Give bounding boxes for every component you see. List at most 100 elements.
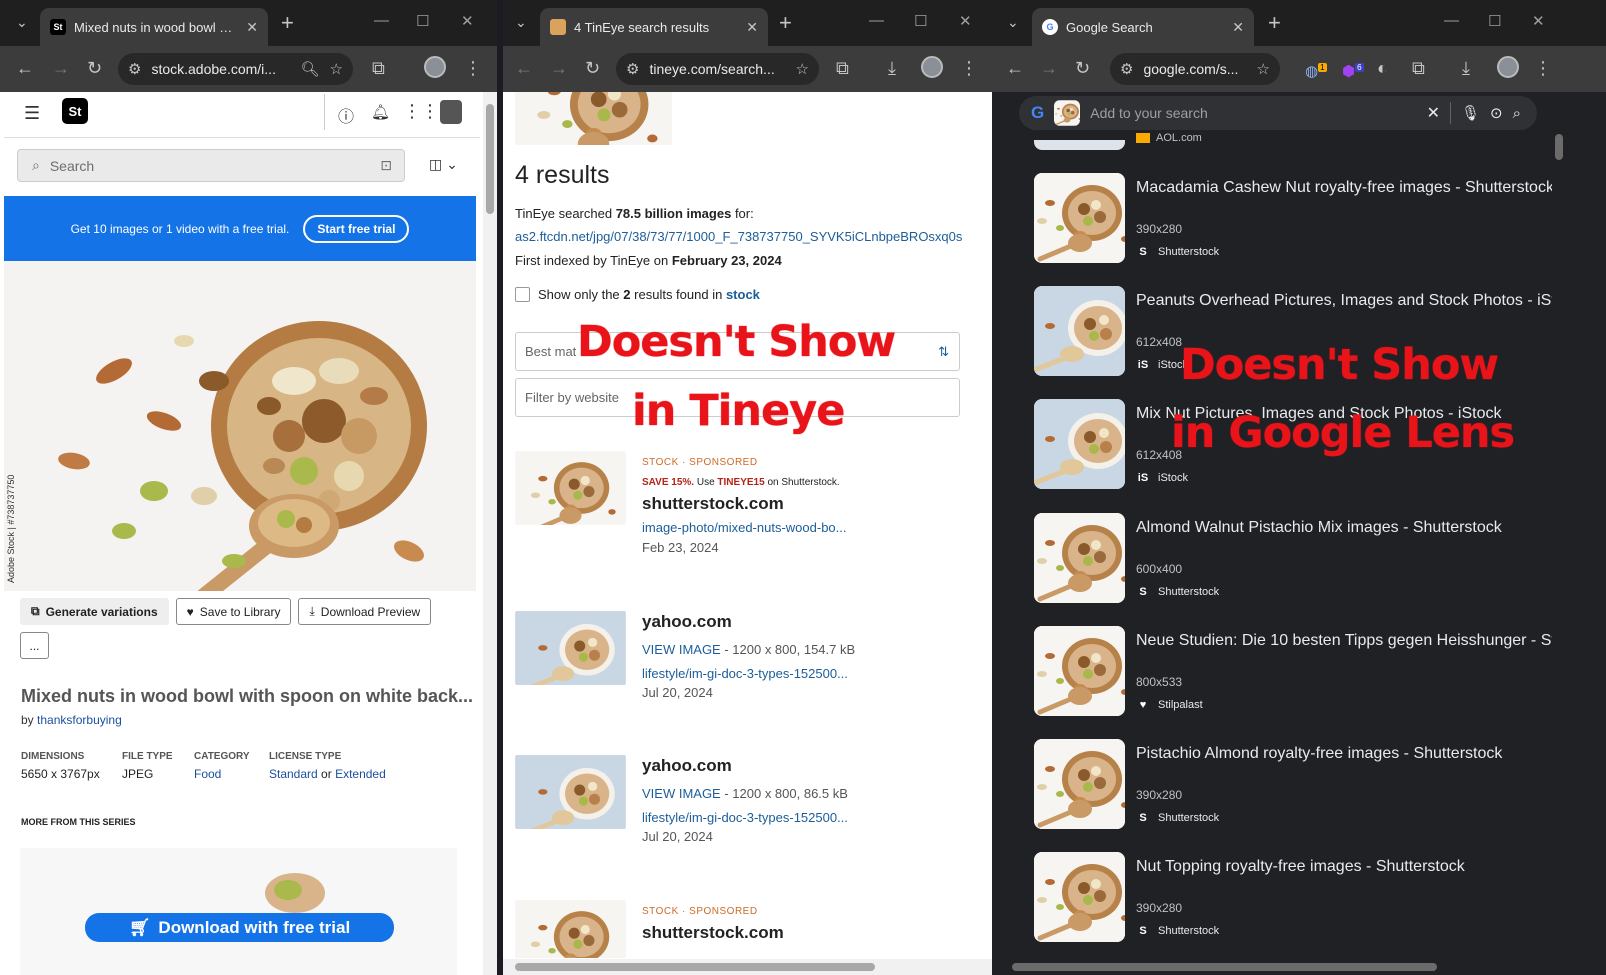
user-avatar[interactable] [440, 100, 462, 124]
result-thumbnail[interactable] [1034, 286, 1125, 376]
result-domain[interactable]: shutterstock.com [642, 923, 784, 943]
minimize-icon[interactable]: — [374, 12, 389, 29]
close-window-icon[interactable]: ✕ [959, 12, 972, 30]
google-horizontal-scrollbar[interactable] [1000, 959, 1552, 975]
tineye-horizontal-scrollbar[interactable] [503, 959, 996, 975]
result-thumbnail[interactable] [1034, 852, 1125, 942]
new-tab-icon[interactable]: + [1268, 10, 1281, 36]
site-info-icon[interactable]: ⚙ [128, 60, 141, 78]
result-source[interactable]: ♥ Stilpalast [1136, 698, 1203, 712]
address-bar[interactable]: ⚙ tineye.com/search... ☆ [616, 53, 819, 85]
maximize-icon[interactable]: ☐ [416, 12, 429, 30]
search-input[interactable]: ⌕ Search ⊡ [17, 149, 405, 182]
partial-result-thumbnail[interactable] [1034, 140, 1125, 150]
source-image-link[interactable]: as2.ftcdn.net/jpg/07/38/73/77/1000_F_738… [515, 229, 975, 244]
stock-filter-checkbox-row[interactable]: Show only the 2 results found in stock [515, 287, 760, 302]
lens-result[interactable]: Macadamia Cashew Nut royalty-free images… [1034, 173, 1554, 269]
extended-license-link[interactable]: Extended [335, 767, 386, 781]
result-source[interactable]: iS iStock [1136, 471, 1188, 485]
reload-icon[interactable]: ↻ [87, 58, 102, 78]
view-image-link[interactable]: VIEW IMAGE [642, 786, 721, 801]
category-link[interactable]: Food [194, 767, 250, 781]
result-thumbnail[interactable] [1034, 626, 1125, 716]
standard-license-link[interactable]: Standard [269, 767, 318, 781]
microphone-icon[interactable]: 🎙︎ [1461, 104, 1480, 122]
lens-result[interactable]: Almond Walnut Pistachio Mix images - Shu… [1034, 513, 1554, 609]
result-domain[interactable]: yahoo.com [642, 612, 855, 632]
clear-icon[interactable]: ✕ [1427, 103, 1440, 123]
browser-menu-icon[interactable]: ⋮ [464, 58, 482, 78]
forward-icon[interactable]: → [52, 58, 70, 78]
result-title-link[interactable]: Peanuts Overhead Pictures, Images and St… [1136, 292, 1554, 310]
close-tab-icon[interactable]: ✕ [246, 19, 258, 36]
tab-google-search[interactable]: G Google Search ✕ [1032, 8, 1254, 46]
result-thumbnail[interactable] [515, 755, 626, 829]
content-type-dropdown-icon[interactable]: ◫ ⌄ [429, 156, 458, 173]
result-title-link[interactable]: Pistachio Almond royalty-free images - S… [1136, 745, 1554, 763]
close-window-icon[interactable]: ✕ [1532, 12, 1545, 30]
author-link[interactable]: thanksforbuying [37, 713, 122, 727]
download-free-trial-button[interactable]: 🛒︎ Download with free trial [85, 913, 394, 942]
result-title-link[interactable]: Neue Studien: Die 10 besten Tipps gegen … [1136, 632, 1554, 650]
result-title-link[interactable]: Macadamia Cashew Nut royalty-free images… [1136, 179, 1554, 197]
visual-search-icon[interactable]: ⊡ [380, 157, 392, 174]
browser-menu-icon[interactable]: ⋮ [1534, 58, 1552, 78]
result-domain[interactable]: shutterstock.com [642, 494, 847, 514]
downloads-icon[interactable]: ⤓ [888, 58, 896, 78]
extension-badge-1-icon[interactable]: ◍ 1 [1305, 58, 1327, 82]
minimize-icon[interactable]: — [869, 12, 884, 29]
extensions-icon[interactable]: ⧉ [1412, 58, 1425, 78]
result-thumbnail[interactable] [1034, 739, 1125, 829]
result-thumbnail[interactable] [1034, 173, 1125, 263]
bookmark-star-icon[interactable]: ☆ [1257, 60, 1270, 78]
back-icon[interactable]: ← [515, 58, 533, 78]
result-path-link[interactable]: image-photo/mixed-nuts-wood-bo... [642, 520, 847, 535]
result-source[interactable]: S Shutterstock [1136, 924, 1219, 938]
maximize-icon[interactable]: ☐ [914, 12, 927, 30]
result-source[interactable]: S Shutterstock [1136, 245, 1219, 259]
hamburger-menu-icon[interactable]: ☰ [24, 103, 40, 124]
result-path-link[interactable]: lifestyle/im-gi-doc-3-types-152500... [642, 810, 848, 825]
result-path-link[interactable]: lifestyle/im-gi-doc-3-types-152500... [642, 666, 855, 681]
extensions-icon[interactable]: ⧉ [372, 58, 385, 78]
extension-badge-2-icon[interactable]: ⬢ 6 [1342, 58, 1364, 82]
site-info-icon[interactable]: ⚙ [1120, 60, 1133, 78]
more-options-button[interactable]: ... [20, 632, 49, 659]
new-tab-icon[interactable]: + [281, 10, 294, 36]
result-title-link[interactable]: Almond Walnut Pistachio Mix images - Shu… [1136, 519, 1554, 537]
stock-link[interactable]: stock [726, 287, 760, 302]
zoom-icon[interactable]: 🔍︎ [301, 60, 320, 78]
profile-avatar[interactable] [921, 56, 943, 78]
address-bar[interactable]: ⚙ stock.adobe.com/i... 🔍︎ ☆ [118, 53, 353, 85]
series-thumbnail[interactable] [20, 848, 457, 975]
extension-3-icon[interactable]: ◐ [1377, 58, 1388, 78]
result-thumbnail[interactable] [515, 611, 626, 685]
result-domain[interactable]: yahoo.com [642, 756, 848, 776]
downloads-icon[interactable]: ⤓ [1462, 58, 1470, 78]
profile-avatar[interactable] [424, 56, 446, 78]
result-thumbnail[interactable] [1034, 399, 1125, 489]
reload-icon[interactable]: ↻ [585, 58, 600, 78]
lens-result[interactable]: Nut Topping royalty-free images - Shutte… [1034, 852, 1554, 948]
back-icon[interactable]: ← [1006, 58, 1024, 78]
bell-icon[interactable]: 🔔︎ [371, 103, 390, 121]
search-icon[interactable]: ⌕ [1513, 105, 1521, 122]
tab-adobe-stock[interactable]: St Mixed nuts in wood bowl with s ✕ [40, 8, 268, 46]
lens-result[interactable]: Pistachio Almond royalty-free images - S… [1034, 739, 1554, 835]
browser-menu-icon[interactable]: ⋮ [960, 58, 978, 78]
view-image-link[interactable]: VIEW IMAGE [642, 642, 721, 657]
close-tab-icon[interactable]: ✕ [1232, 19, 1244, 36]
query-image-chip[interactable] [1054, 100, 1081, 126]
tab-tineye[interactable]: 4 TinEye search results ✕ [540, 8, 768, 46]
lens-search-bar[interactable]: G Add to your search ✕ 🎙︎ ⊙ ⌕ [1019, 96, 1537, 130]
result-source[interactable]: S Shutterstock [1136, 585, 1219, 599]
bookmark-star-icon[interactable]: ☆ [796, 60, 809, 78]
result-thumbnail[interactable] [515, 451, 626, 525]
tab-search-chevron-icon[interactable]: ⌄ [515, 14, 527, 31]
reload-icon[interactable]: ↻ [1075, 58, 1090, 78]
apps-grid-icon[interactable]: ⋮⋮ [403, 101, 439, 122]
download-preview-button[interactable]: ⤓ Download Preview [298, 598, 432, 625]
maximize-icon[interactable]: ☐ [1488, 12, 1501, 30]
back-icon[interactable]: ← [16, 58, 34, 78]
stock-logo[interactable]: St [62, 98, 88, 124]
